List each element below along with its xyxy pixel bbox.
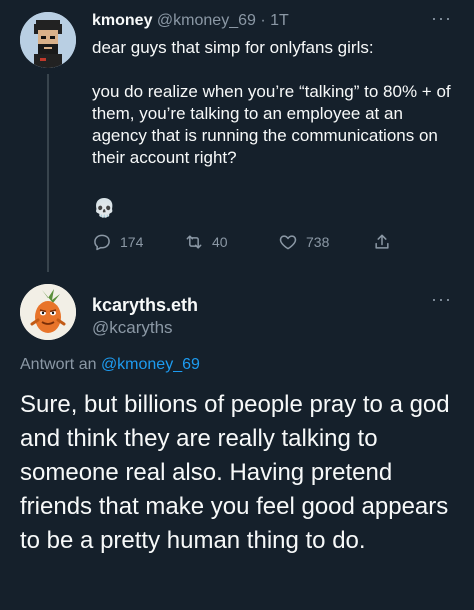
author-name[interactable]: kmoney — [92, 12, 152, 29]
tweet-text-para2: you do realize when you’re “talking” to … — [92, 82, 451, 167]
share-button[interactable] — [372, 232, 392, 252]
author-name[interactable]: kcaryths.eth — [92, 295, 198, 316]
retweet-button[interactable]: 40 — [184, 232, 228, 252]
reply-button[interactable]: 174 — [92, 232, 143, 252]
retweet-count: 40 — [212, 234, 228, 250]
skull-emoji: 💀 — [93, 198, 116, 218]
heart-icon — [279, 235, 297, 250]
reply-context: Antwort an @kmoney_69 — [20, 356, 200, 374]
more-options-icon[interactable]: ··· — [431, 8, 452, 29]
retweet-icon — [186, 235, 202, 249]
tweet-text: Sure, but billions of people pray to a g… — [20, 391, 450, 554]
original-tweet[interactable]: kmoney @kmoney_69 · 1T ··· dear guys tha… — [0, 0, 474, 272]
like-count: 738 — [306, 234, 330, 250]
author-handle[interactable]: @kmoney_69 — [157, 12, 256, 29]
reply-to-handle-link[interactable]: @kmoney_69 — [101, 356, 200, 373]
tweet-text: dear guys that simp for onlyfans girls: … — [92, 37, 462, 169]
reply-count: 174 — [120, 234, 144, 250]
reply-tweet[interactable]: kcaryths.eth @kcaryths ··· Antwort an @k… — [0, 270, 474, 610]
avatar-kcaryths[interactable] — [20, 284, 76, 340]
tweet-text-line1: dear guys that simp for onlyfans girls: — [92, 38, 374, 57]
carrot-avatar-icon — [20, 284, 76, 340]
avatar-kmoney[interactable] — [20, 12, 76, 68]
reply-prefix: Antwort an — [20, 356, 97, 373]
author-handle[interactable]: @kcaryths — [92, 318, 173, 338]
like-button[interactable]: 738 — [278, 232, 329, 252]
pixel-avatar-icon — [20, 12, 76, 68]
reply-icon — [94, 234, 110, 251]
more-options-icon[interactable]: ··· — [431, 289, 452, 310]
thread-connector-line — [47, 74, 49, 272]
share-icon — [375, 234, 389, 249]
tweet-header: kmoney @kmoney_69 · 1T — [92, 12, 289, 30]
tweet-actions: 174 40 738 — [92, 232, 402, 256]
tweet-time[interactable]: · 1T — [260, 12, 288, 29]
